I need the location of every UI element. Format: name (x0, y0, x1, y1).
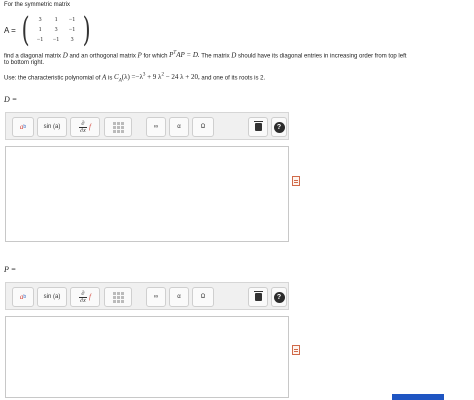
hint-text: and one of its roots is 2. (201, 75, 266, 82)
power-button[interactable]: ab (12, 117, 34, 137)
task-text: for which (143, 53, 168, 60)
derivative-fraction: ∂ ∂x (79, 121, 88, 134)
trash-button[interactable] (248, 287, 268, 307)
matrix-cell: 1 (54, 17, 58, 23)
poly-term: + 9 λ (145, 73, 162, 82)
math-P: P (137, 51, 142, 60)
answer-editor-D[interactable] (5, 146, 289, 242)
derivative-button[interactable]: ∂ ∂x f (70, 117, 100, 137)
submit-button[interactable] (392, 394, 444, 400)
answer-editor-P[interactable] (5, 316, 289, 398)
eq-rest: AP = D. (176, 51, 200, 60)
sin-label: sin (a) (43, 294, 61, 300)
alpha-icon: α (177, 294, 181, 300)
matrix-button[interactable] (104, 117, 132, 137)
omega-icon: Ω (200, 294, 206, 300)
task-line-1: find a diagonal matrix D and an orthogon… (4, 50, 406, 60)
matrix-grid-icon (112, 121, 124, 133)
equation: PTAP = D. (169, 51, 200, 59)
matrix-cell: −1 (36, 37, 44, 43)
left-paren: ( (21, 10, 30, 50)
task-text: and an orthogonal matrix (69, 53, 136, 60)
matrix-cell: −1 (52, 37, 60, 43)
omega-button[interactable]: Ω (192, 117, 214, 137)
task-text: should have its diagonal entries in incr… (237, 53, 407, 60)
hint-text: Use: the characteristic polynomial of (4, 75, 101, 82)
omega-icon: Ω (200, 124, 206, 130)
alpha-button[interactable]: α (169, 117, 189, 137)
deriv-den: ∂x (80, 297, 86, 304)
document-icon[interactable] (292, 345, 300, 355)
hint-text: is (108, 75, 113, 82)
infinity-button[interactable]: ∞ (146, 287, 166, 307)
matrix-cell: 3 (70, 37, 74, 43)
infinity-icon: ∞ (153, 294, 159, 300)
poly-term: (λ) =−λ (121, 73, 143, 82)
matrix-cell: −1 (68, 27, 76, 33)
matrix-cell: 3 (38, 17, 42, 23)
matrix-grid: 3 1 −1 1 3 −1 −1 −1 3 (32, 15, 80, 45)
matrix-cell: −1 (68, 17, 76, 23)
math-A: A (102, 73, 107, 82)
alpha-button[interactable]: α (169, 287, 189, 307)
infinity-icon: ∞ (153, 124, 159, 130)
hint-line: Use: the characteristic polynomial of A … (4, 72, 265, 86)
matrix-cell: 1 (38, 27, 42, 33)
deriv-den: ∂x (80, 127, 86, 134)
sin-button[interactable]: sin (a) (37, 287, 67, 307)
power-exp: b (23, 124, 27, 130)
matrix-label: A = (4, 25, 16, 35)
derivative-fraction: ∂ ∂x (79, 291, 88, 304)
document-icon[interactable] (292, 176, 300, 186)
trash-icon (253, 121, 263, 131)
omega-button[interactable]: Ω (192, 287, 214, 307)
derivative-button[interactable]: ∂ ∂x f (70, 287, 100, 307)
sin-button[interactable]: sin (a) (37, 117, 67, 137)
help-button[interactable]: ? (271, 287, 287, 307)
deriv-f: f (89, 123, 91, 131)
math-D: D (231, 51, 237, 60)
trash-button[interactable] (248, 117, 268, 137)
math-toolbar-D: ab sin (a) ∂ ∂x f ∞ α Ω ? (5, 112, 289, 140)
matrix-grid-icon (112, 291, 124, 303)
char-poly: CA(λ) =−λ3 + 9 λ2 − 24 λ + 20, (114, 73, 200, 84)
power-button[interactable]: ab (12, 287, 34, 307)
problem-intro: For the symmetric matrix (4, 2, 71, 8)
infinity-button[interactable]: ∞ (146, 117, 166, 137)
math-toolbar-P: ab sin (a) ∂ ∂x f ∞ α Ω ? (5, 282, 289, 310)
trash-icon (253, 291, 263, 301)
help-icon: ? (273, 121, 285, 133)
answer-label-P: P = (4, 265, 17, 274)
task-text: The matrix (201, 53, 230, 60)
answer-label-D: D = (4, 95, 18, 104)
math-D: D (62, 51, 68, 60)
task-line-2: to bottom right. (4, 60, 45, 66)
poly-term: − 24 λ + 20, (163, 73, 200, 82)
alpha-icon: α (177, 124, 181, 130)
matrix-button[interactable] (104, 287, 132, 307)
matrix-A: A = ( 3 1 −1 1 3 −1 −1 −1 3 ) (4, 13, 93, 47)
sin-label: sin (a) (43, 124, 61, 130)
deriv-f: f (89, 293, 91, 301)
help-button[interactable]: ? (271, 117, 287, 137)
matrix-cell: 3 (54, 27, 58, 33)
help-icon: ? (273, 291, 285, 303)
right-paren: ) (82, 10, 91, 50)
power-exp: b (23, 294, 27, 300)
